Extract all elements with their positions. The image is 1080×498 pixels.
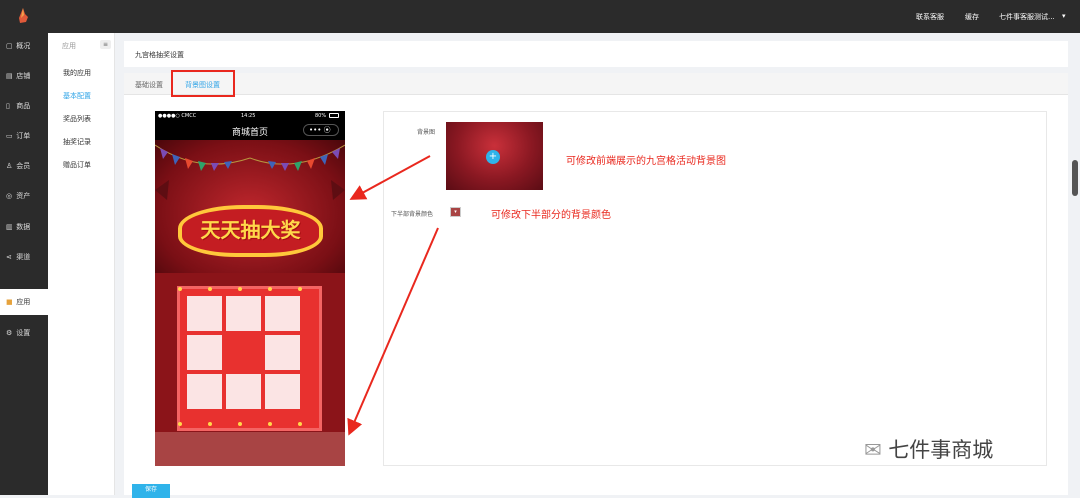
- light-bulb: [208, 422, 212, 426]
- sidebar-item-label: 资产: [16, 192, 31, 200]
- sidebar-item-label: 应用: [16, 298, 31, 306]
- sidebar-item-shop[interactable]: ▤ 店铺: [0, 63, 48, 89]
- asset-icon: ◎: [6, 192, 13, 200]
- sidebar-item-assets[interactable]: ◎ 资产: [0, 183, 48, 209]
- prize-cell: [226, 374, 261, 409]
- miniprogram-capsule: ••• ⦿: [303, 124, 339, 136]
- prize-cell: [226, 296, 261, 331]
- sidebar-item-label: 商品: [16, 102, 31, 110]
- page-title: 九宫格抽奖设置: [135, 51, 184, 59]
- sub-nav-prize-list[interactable]: 奖品列表: [63, 114, 91, 124]
- bottom-color-picker[interactable]: ▾: [450, 207, 461, 217]
- lottery-slogan: 天天抽大奖: [178, 205, 323, 257]
- sidebar-item-label: 渠道: [16, 253, 31, 261]
- sidebar-item-overview[interactable]: ▢ 概况: [0, 33, 48, 59]
- sidebar-item-apps[interactable]: ■ 应用: [0, 289, 48, 315]
- page-header: 九宫格抽奖设置: [124, 41, 1068, 67]
- watermark: ✉ 七件事商城: [864, 434, 993, 464]
- prize-cell: [187, 296, 222, 331]
- tab-basic-settings[interactable]: 基础设置: [135, 80, 163, 90]
- scrollbar[interactable]: [1072, 160, 1078, 196]
- sidebar-item-label: 数据: [16, 223, 31, 231]
- watermark-text: 七件事商城: [888, 438, 994, 462]
- light-bulb: [298, 287, 302, 291]
- sidebar-item-settings[interactable]: ⚙ 设置: [0, 320, 48, 346]
- prize-cell: [187, 374, 222, 409]
- phone-status-bar: ●●●●○ CMCC 14:25 80%: [155, 111, 345, 121]
- sidebar-item-label: 设置: [16, 329, 31, 337]
- sidebar: ▢ 概况 ▤ 店铺 ▯ 商品 ▭ 订单 ♙ 会员 ◎ 资产 ▥ 数据 ⋖ 渠道 …: [0, 33, 48, 495]
- sub-nav-my-apps[interactable]: 我的应用: [63, 68, 91, 78]
- annotation-background-image: 可修改前端展示的九宫格活动背景图: [566, 156, 726, 167]
- light-bulb: [238, 287, 242, 291]
- light-bulb: [238, 422, 242, 426]
- wechat-icon: ✉: [864, 438, 882, 462]
- prize-cell: [265, 296, 300, 331]
- background-image-label: 背景图: [417, 129, 436, 136]
- sub-nav-draw-records[interactable]: 抽奖记录: [63, 137, 91, 147]
- bottom-background-area: [155, 432, 345, 466]
- settings-card: 基础设置 背景图设置 ●●●●○ CMCC 14:25 80% 商城首页 •••…: [124, 70, 1068, 495]
- bottom-color-label: 下半部背景颜色: [391, 211, 434, 218]
- sidebar-item-label: 概况: [16, 42, 31, 50]
- collapse-menu-icon[interactable]: ≡: [100, 40, 111, 49]
- apps-icon: ■: [6, 298, 13, 306]
- prize-cell: [187, 335, 222, 370]
- channel-icon: ⋖: [6, 253, 12, 261]
- contact-support-link[interactable]: 联系客服: [916, 12, 944, 22]
- light-bulb: [178, 422, 182, 426]
- light-bulb: [178, 287, 182, 291]
- shop-icon: ▤: [6, 72, 13, 80]
- data-icon: ▥: [6, 223, 13, 231]
- sidebar-item-channels[interactable]: ⋖ 渠道: [0, 244, 48, 270]
- account-menu[interactable]: 七件事客服测试...: [999, 12, 1055, 22]
- sidebar-item-data[interactable]: ▥ 数据: [0, 214, 48, 240]
- battery-icon: [329, 113, 339, 118]
- sidebar-item-goods[interactable]: ▯ 商品: [0, 93, 48, 119]
- prize-cell: [265, 374, 300, 409]
- sub-nav-gift-orders[interactable]: 赠品订单: [63, 160, 91, 170]
- nine-grid-board: [177, 286, 322, 431]
- status-carrier: ●●●●○ CMCC: [158, 113, 197, 119]
- light-bulb: [268, 287, 272, 291]
- sub-nav-basic-config[interactable]: 基本配置: [63, 91, 91, 101]
- light-bulb: [298, 422, 302, 426]
- phone-preview: ●●●●○ CMCC 14:25 80% 商城首页 ••• ⦿ 天天抽大奖: [155, 111, 345, 466]
- sidebar-item-members[interactable]: ♙ 会员: [0, 153, 48, 179]
- status-battery: 80%: [315, 113, 327, 119]
- sidebar-item-label: 店铺: [16, 72, 31, 80]
- sub-navigation: 应用 我的应用 基本配置 奖品列表 抽奖记录 赠品订单: [48, 33, 115, 495]
- highlight-box: [171, 70, 235, 97]
- annotation-bottom-color: 可修改下半部分的背景颜色: [491, 210, 611, 221]
- chevron-down-icon: ▾: [454, 209, 457, 215]
- sidebar-item-label: 会员: [16, 162, 31, 170]
- tab-bar: 基础设置 背景图设置: [124, 70, 1068, 97]
- prize-cell: [265, 335, 300, 370]
- order-icon: ▭: [6, 132, 13, 140]
- sidebar-item-orders[interactable]: ▭ 订单: [0, 123, 48, 149]
- goods-icon: ▯: [6, 102, 10, 110]
- status-time: 14:25: [241, 113, 256, 119]
- chevron-down-icon[interactable]: ▾: [1062, 12, 1066, 20]
- phone-nav-bar: 商城首页 ••• ⦿: [155, 121, 345, 140]
- sidebar-item-label: 订单: [16, 132, 31, 140]
- background-image-upload[interactable]: +: [446, 122, 543, 190]
- top-bar: 联系客服 缓存 七件事客服测试... ▾: [0, 0, 1080, 33]
- dashboard-icon: ▢: [6, 42, 13, 50]
- light-bulb: [208, 287, 212, 291]
- user-icon: ♙: [6, 162, 13, 170]
- cache-link[interactable]: 缓存: [965, 12, 979, 22]
- rabbit-logo-icon: [19, 8, 28, 23]
- draw-button-cell: [226, 335, 261, 370]
- sub-nav-heading: 应用: [62, 42, 76, 50]
- upload-plus-icon[interactable]: +: [486, 150, 500, 164]
- gear-icon: ⚙: [6, 329, 13, 337]
- save-button[interactable]: 保存: [132, 484, 170, 498]
- light-bulb: [268, 422, 272, 426]
